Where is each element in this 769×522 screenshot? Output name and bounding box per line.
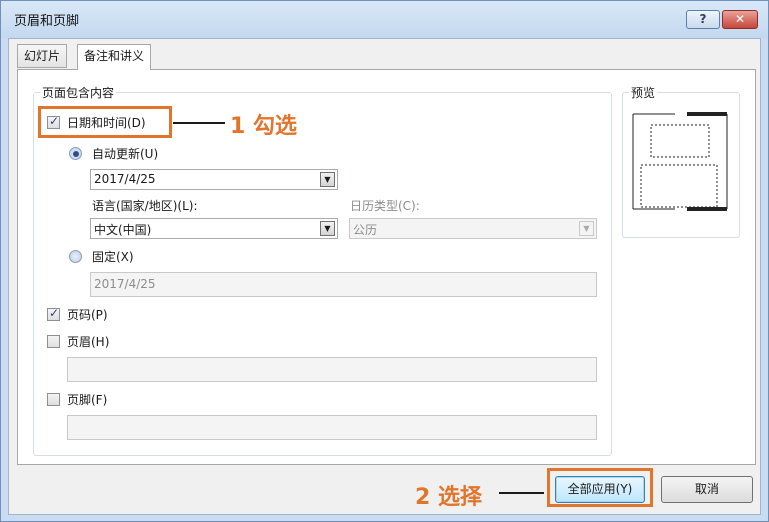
auto-update-radio[interactable] xyxy=(69,147,82,160)
callout-step1: 1 勾选 xyxy=(230,114,297,139)
language-value: 中文(中国) xyxy=(94,223,152,237)
header-checkbox[interactable] xyxy=(47,335,60,348)
header-text-field[interactable] xyxy=(67,357,597,382)
auto-update-label: 自动更新(U) xyxy=(92,147,159,161)
fixed-date-value: 2017/4/25 xyxy=(94,277,156,291)
tab-panel: 页面包含内容 预览 ✓ 日期和时间(D) 1 勾选 自动更新(U) 2017/4… xyxy=(17,69,756,465)
chevron-down-icon[interactable]: ▼ xyxy=(579,221,594,236)
fixed-date-field[interactable]: 2017/4/25 xyxy=(90,272,597,297)
preview-image xyxy=(632,112,728,211)
check-mark-icon: ✓ xyxy=(49,306,60,320)
include-group-title: 页面包含内容 xyxy=(40,84,117,101)
tab-notes-handouts[interactable]: 备注和讲义 xyxy=(77,44,152,70)
preview-group: 预览 xyxy=(622,84,740,238)
callout-line-step2 xyxy=(499,492,544,494)
radio-dot-icon xyxy=(72,150,79,157)
title-bar[interactable]: 页眉和页脚 ? ✕ xyxy=(1,1,768,38)
calendar-select[interactable]: 公历 ▼ xyxy=(349,218,597,239)
language-label: 语言(国家/地区)(L): xyxy=(92,199,198,213)
auto-date-select[interactable]: 2017/4/25 ▼ xyxy=(90,169,338,190)
highlight-box-step1 xyxy=(38,106,172,138)
callout-step2: 2 选择 xyxy=(415,485,482,510)
callout-line-step1 xyxy=(173,122,225,124)
chevron-down-icon[interactable]: ▼ xyxy=(320,172,335,187)
fixed-radio[interactable] xyxy=(69,250,82,263)
footer-checkbox[interactable] xyxy=(47,393,60,406)
page-number-checkbox[interactable]: ✓ xyxy=(47,306,60,321)
chevron-down-icon[interactable]: ▼ xyxy=(320,221,335,236)
tab-slides[interactable]: 幻灯片 xyxy=(17,44,68,68)
fixed-label: 固定(X) xyxy=(92,250,134,264)
page-number-label: 页码(P) xyxy=(67,308,108,322)
dialog-window: 页眉和页脚 ? ✕ 幻灯片 备注和讲义 页面包含内容 预览 ✓ 日期和时间(D)… xyxy=(0,0,769,522)
window-title: 页眉和页脚 xyxy=(14,14,80,29)
dialog-body: 幻灯片 备注和讲义 页面包含内容 预览 ✓ 日期和时间(D) 1 勾选 自动更新… xyxy=(8,38,761,515)
footer-label: 页脚(F) xyxy=(67,393,108,407)
close-button[interactable]: ✕ xyxy=(722,10,758,29)
auto-date-value: 2017/4/25 xyxy=(94,172,156,186)
calendar-label: 日历类型(C): xyxy=(350,199,420,213)
help-button[interactable]: ? xyxy=(686,10,720,29)
apply-all-button[interactable]: 全部应用(Y) xyxy=(555,476,645,503)
footer-text-field[interactable] xyxy=(67,415,597,440)
cancel-button[interactable]: 取消 xyxy=(661,476,753,503)
language-select[interactable]: 中文(中国) ▼ xyxy=(90,218,338,239)
header-label: 页眉(H) xyxy=(67,335,110,349)
calendar-value: 公历 xyxy=(353,223,378,237)
